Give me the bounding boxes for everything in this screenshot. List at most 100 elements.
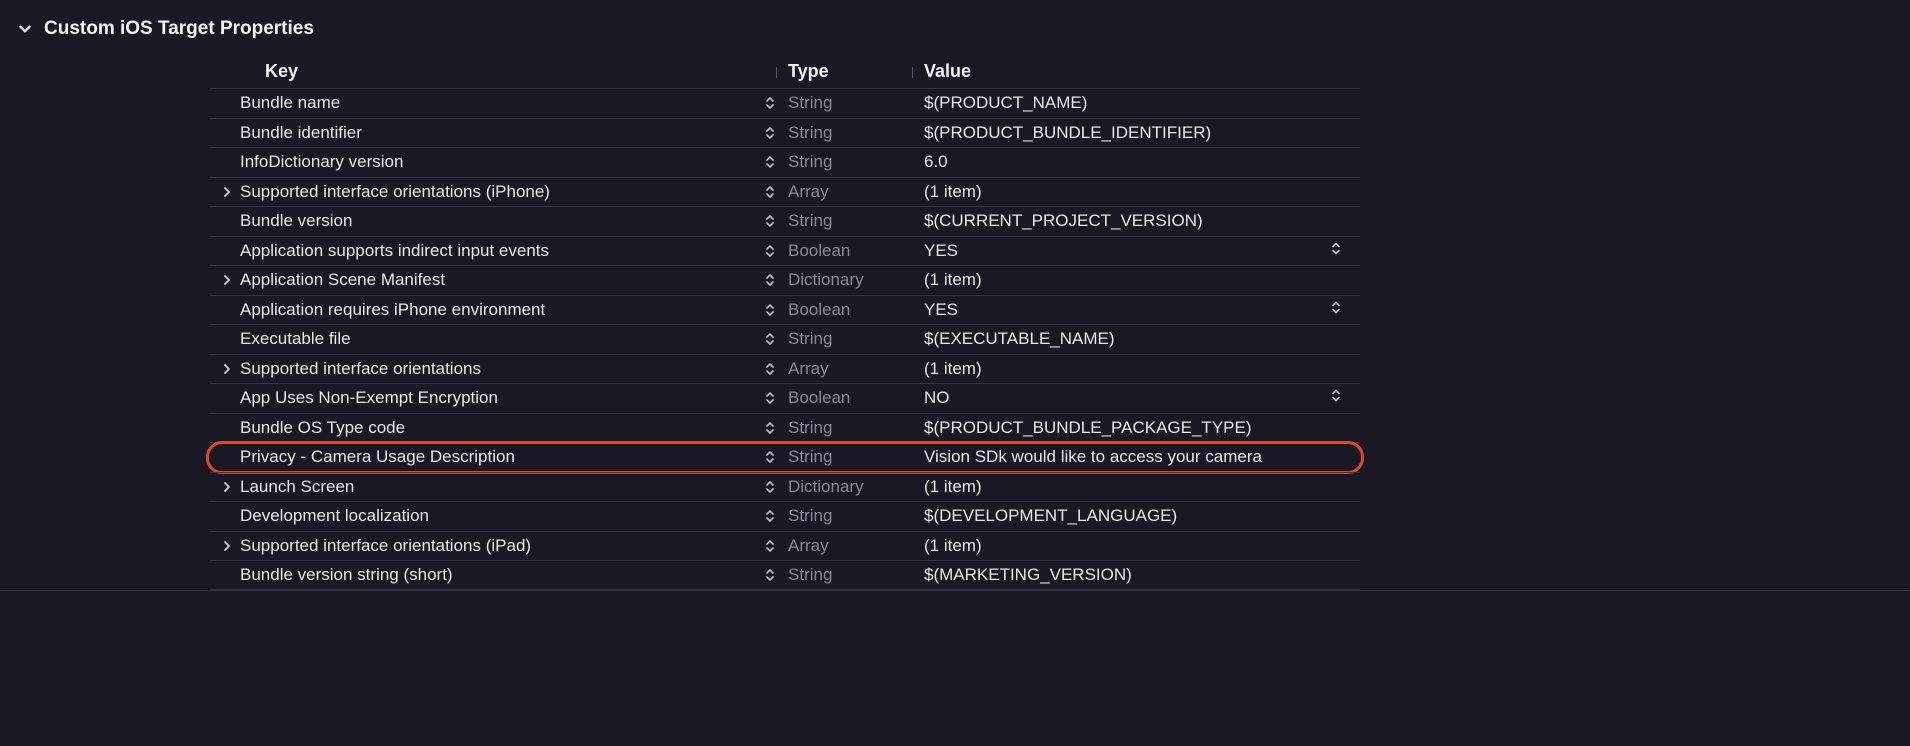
- cell-value[interactable]: YES: [924, 241, 1360, 261]
- cell-value[interactable]: (1 item): [924, 359, 1360, 379]
- cell-key[interactable]: Development localization: [210, 506, 788, 526]
- cell-key[interactable]: Supported interface orientations (iPhone…: [210, 182, 788, 202]
- section-header[interactable]: Custom iOS Target Properties: [0, 0, 1910, 54]
- cell-value[interactable]: (1 item): [924, 182, 1360, 202]
- cell-key[interactable]: Application Scene Manifest: [210, 270, 788, 290]
- value-text: (1 item): [924, 477, 982, 496]
- key-label: Bundle version string (short): [240, 565, 788, 585]
- disclosure-triangle-icon[interactable]: [220, 482, 234, 492]
- cell-key[interactable]: App Uses Non-Exempt Encryption: [210, 388, 788, 408]
- value-text: $(PRODUCT_BUNDLE_IDENTIFIER): [924, 123, 1211, 142]
- cell-value[interactable]: $(PRODUCT_NAME): [924, 93, 1360, 113]
- value-text: (1 item): [924, 270, 982, 289]
- cell-value[interactable]: $(PRODUCT_BUNDLE_IDENTIFIER): [924, 123, 1360, 143]
- cell-type: Dictionary: [788, 477, 924, 497]
- table-row[interactable]: Application requires iPhone environmentB…: [210, 295, 1360, 325]
- cell-value[interactable]: $(DEVELOPMENT_LANGUAGE): [924, 506, 1360, 526]
- value-stepper-icon[interactable]: [1330, 240, 1342, 261]
- cell-value[interactable]: Vision SDk would like to access your cam…: [924, 447, 1360, 467]
- table-row[interactable]: Bundle identifierString$(PRODUCT_BUNDLE_…: [210, 118, 1360, 148]
- value-text: YES: [924, 241, 958, 260]
- cell-key[interactable]: Supported interface orientations (iPad): [210, 536, 788, 556]
- cell-value[interactable]: 6.0: [924, 152, 1360, 172]
- table-row[interactable]: Bundle version string (short)String$(MAR…: [210, 560, 1360, 590]
- disclosure-triangle-icon[interactable]: [220, 364, 234, 374]
- key-stepper-icon[interactable]: [764, 272, 776, 288]
- value-stepper-icon[interactable]: [1330, 388, 1342, 409]
- cell-value[interactable]: NO: [924, 388, 1360, 408]
- key-label: InfoDictionary version: [240, 152, 788, 172]
- key-stepper-icon[interactable]: [764, 125, 776, 141]
- key-stepper-icon[interactable]: [764, 95, 776, 111]
- key-stepper-icon[interactable]: [764, 243, 776, 259]
- column-header-type[interactable]: Type: [788, 61, 924, 82]
- table-row[interactable]: InfoDictionary versionString6.0: [210, 147, 1360, 177]
- table-row[interactable]: Supported interface orientations (iPhone…: [210, 177, 1360, 207]
- cell-type: Dictionary: [788, 270, 924, 290]
- key-stepper-icon[interactable]: [764, 361, 776, 377]
- cell-key[interactable]: Privacy - Camera Usage Description: [210, 447, 788, 467]
- cell-key[interactable]: Bundle version: [210, 211, 788, 231]
- cell-type: String: [788, 418, 924, 438]
- key-stepper-icon[interactable]: [764, 184, 776, 200]
- key-stepper-icon[interactable]: [764, 213, 776, 229]
- cell-type: String: [788, 123, 924, 143]
- key-stepper-icon[interactable]: [764, 479, 776, 495]
- table-row[interactable]: App Uses Non-Exempt EncryptionBooleanNO: [210, 383, 1360, 413]
- key-stepper-icon[interactable]: [764, 449, 776, 465]
- cell-key[interactable]: InfoDictionary version: [210, 152, 788, 172]
- cell-value[interactable]: $(MARKETING_VERSION): [924, 565, 1360, 585]
- key-label: App Uses Non-Exempt Encryption: [240, 388, 788, 408]
- cell-key[interactable]: Bundle name: [210, 93, 788, 113]
- key-stepper-icon[interactable]: [764, 567, 776, 583]
- table-row[interactable]: Launch ScreenDictionary(1 item): [210, 472, 1360, 502]
- key-label: Application supports indirect input even…: [240, 241, 788, 261]
- key-stepper-icon[interactable]: [764, 508, 776, 524]
- value-stepper-icon[interactable]: [1330, 299, 1342, 320]
- cell-key[interactable]: Bundle identifier: [210, 123, 788, 143]
- key-stepper-icon[interactable]: [764, 154, 776, 170]
- column-header-key[interactable]: Key: [210, 61, 788, 82]
- value-text: 6.0: [924, 152, 948, 171]
- value-text: $(PRODUCT_BUNDLE_PACKAGE_TYPE): [924, 418, 1252, 437]
- key-stepper-icon[interactable]: [764, 302, 776, 318]
- cell-key[interactable]: Bundle version string (short): [210, 565, 788, 585]
- table-row[interactable]: Development localizationString$(DEVELOPM…: [210, 501, 1360, 531]
- table-row[interactable]: Privacy - Camera Usage DescriptionString…: [210, 442, 1360, 472]
- disclosure-triangle-icon[interactable]: [220, 541, 234, 551]
- table-row[interactable]: Application supports indirect input even…: [210, 236, 1360, 266]
- table-header: Key Type Value: [210, 54, 1360, 88]
- cell-key[interactable]: Executable file: [210, 329, 788, 349]
- column-header-value[interactable]: Value: [924, 61, 1360, 82]
- cell-value[interactable]: $(PRODUCT_BUNDLE_PACKAGE_TYPE): [924, 418, 1360, 438]
- table-row[interactable]: Executable fileString$(EXECUTABLE_NAME): [210, 324, 1360, 354]
- key-stepper-icon[interactable]: [764, 390, 776, 406]
- cell-value[interactable]: (1 item): [924, 477, 1360, 497]
- disclosure-triangle-icon[interactable]: [220, 187, 234, 197]
- cell-type: String: [788, 93, 924, 113]
- table-row[interactable]: Bundle OS Type codeString$(PRODUCT_BUNDL…: [210, 413, 1360, 443]
- key-stepper-icon[interactable]: [764, 420, 776, 436]
- cell-type: String: [788, 447, 924, 467]
- cell-value[interactable]: YES: [924, 300, 1360, 320]
- table-row[interactable]: Supported interface orientations (iPad)A…: [210, 531, 1360, 561]
- table-row[interactable]: Bundle versionString$(CURRENT_PROJECT_VE…: [210, 206, 1360, 236]
- cell-key[interactable]: Supported interface orientations: [210, 359, 788, 379]
- key-stepper-icon[interactable]: [764, 331, 776, 347]
- value-text: YES: [924, 300, 958, 319]
- disclosure-triangle-icon[interactable]: [220, 275, 234, 285]
- key-stepper-icon[interactable]: [764, 538, 776, 554]
- cell-value[interactable]: $(CURRENT_PROJECT_VERSION): [924, 211, 1360, 231]
- cell-key[interactable]: Application requires iPhone environment: [210, 300, 788, 320]
- table-row[interactable]: Application Scene ManifestDictionary(1 i…: [210, 265, 1360, 295]
- chevron-down-icon: [18, 22, 32, 36]
- cell-value[interactable]: (1 item): [924, 270, 1360, 290]
- table-row[interactable]: Bundle nameString$(PRODUCT_NAME): [210, 88, 1360, 118]
- cell-value[interactable]: (1 item): [924, 536, 1360, 556]
- table-row[interactable]: Supported interface orientationsArray(1 …: [210, 354, 1360, 384]
- cell-value[interactable]: $(EXECUTABLE_NAME): [924, 329, 1360, 349]
- cell-key[interactable]: Launch Screen: [210, 477, 788, 497]
- cell-key[interactable]: Bundle OS Type code: [210, 418, 788, 438]
- cell-key[interactable]: Application supports indirect input even…: [210, 241, 788, 261]
- key-label: Supported interface orientations: [240, 359, 788, 379]
